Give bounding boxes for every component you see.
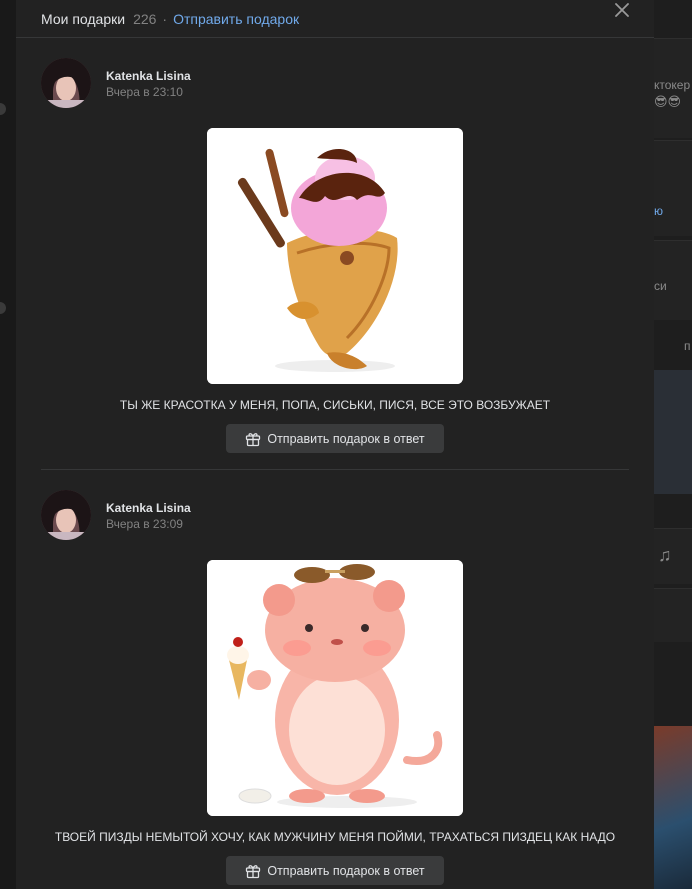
- background-link[interactable]: ю: [654, 204, 663, 218]
- author-meta: Katenka Lisina Вчера в 23:09: [106, 490, 191, 533]
- gift-message: ТВОЕЙ ПИЗДЫ НЕМЫТОЙ ХОЧУ, КАК МУЖЧИНУ МЕ…: [54, 830, 616, 844]
- background-card: [654, 588, 692, 642]
- avatar[interactable]: [41, 490, 91, 540]
- background-photo[interactable]: [654, 726, 692, 889]
- header-separator: ·: [162, 10, 168, 27]
- background-right-column: ктокер 😎😎 ю си п ♫: [654, 0, 692, 889]
- ice-cream-taiyaki-image: [207, 128, 463, 384]
- music-icon[interactable]: ♫: [658, 545, 672, 566]
- author-meta: Katenka Lisina Вчера в 23:10: [106, 58, 191, 101]
- gift-item: Katenka Lisina Вчера в 23:09 ТВОЕЙ ПИЗДЫ…: [16, 470, 654, 885]
- gift-timestamp[interactable]: Вчера в 23:10: [106, 84, 191, 101]
- avatar[interactable]: [41, 58, 91, 108]
- gift-message: ТЫ ЖЕ КРАСОТКА У МЕНЯ, ПОПА, СИСЬКИ, ПИС…: [119, 398, 551, 412]
- reply-gift-button[interactable]: Отправить подарок в ответ: [226, 856, 444, 885]
- gift-icon: [246, 432, 261, 446]
- author-name[interactable]: Katenka Lisina: [106, 68, 191, 84]
- send-gift-link[interactable]: Отправить подарок: [173, 11, 299, 27]
- gift-author-row: Katenka Lisina Вчера в 23:10: [41, 38, 629, 128]
- reply-gift-button[interactable]: Отправить подарок в ответ: [226, 424, 444, 453]
- gift-icon: [246, 864, 261, 878]
- gift-author-row: Katenka Lisina Вчера в 23:09: [41, 470, 629, 560]
- background-control-dot[interactable]: [0, 103, 6, 115]
- reply-gift-label: Отправить подарок в ответ: [267, 431, 425, 446]
- avatar-image: [41, 58, 91, 108]
- author-name[interactable]: Katenka Lisina: [106, 500, 191, 516]
- gifts-count: 226: [133, 10, 157, 27]
- emoji-icon: 😎😎: [654, 94, 682, 109]
- gifts-modal: Мои подарки 226 · Отправить подарок Kate…: [16, 0, 654, 889]
- gift-item: Katenka Lisina Вчера в 23:10 ТЫ ЖЕ КРАСО…: [16, 38, 654, 453]
- modal-title: Мои подарки: [41, 10, 126, 27]
- background-left-column: [0, 0, 16, 889]
- gift-image[interactable]: [207, 128, 463, 384]
- reply-gift-label: Отправить подарок в ответ: [267, 863, 425, 878]
- gift-timestamp[interactable]: Вчера в 23:09: [106, 516, 191, 533]
- modal-header: Мои подарки 226 · Отправить подарок: [16, 0, 654, 38]
- background-control-dot[interactable]: [0, 302, 6, 314]
- background-photo[interactable]: [654, 370, 692, 494]
- background-text: п: [684, 339, 691, 353]
- background-text: си: [654, 279, 667, 293]
- avatar-image: [41, 490, 91, 540]
- background-text: ктокер: [654, 78, 691, 92]
- background-card: [654, 140, 692, 236]
- hamster-with-ice-cream-image: [207, 560, 463, 816]
- close-icon[interactable]: [615, 3, 629, 17]
- gift-image[interactable]: [207, 560, 463, 816]
